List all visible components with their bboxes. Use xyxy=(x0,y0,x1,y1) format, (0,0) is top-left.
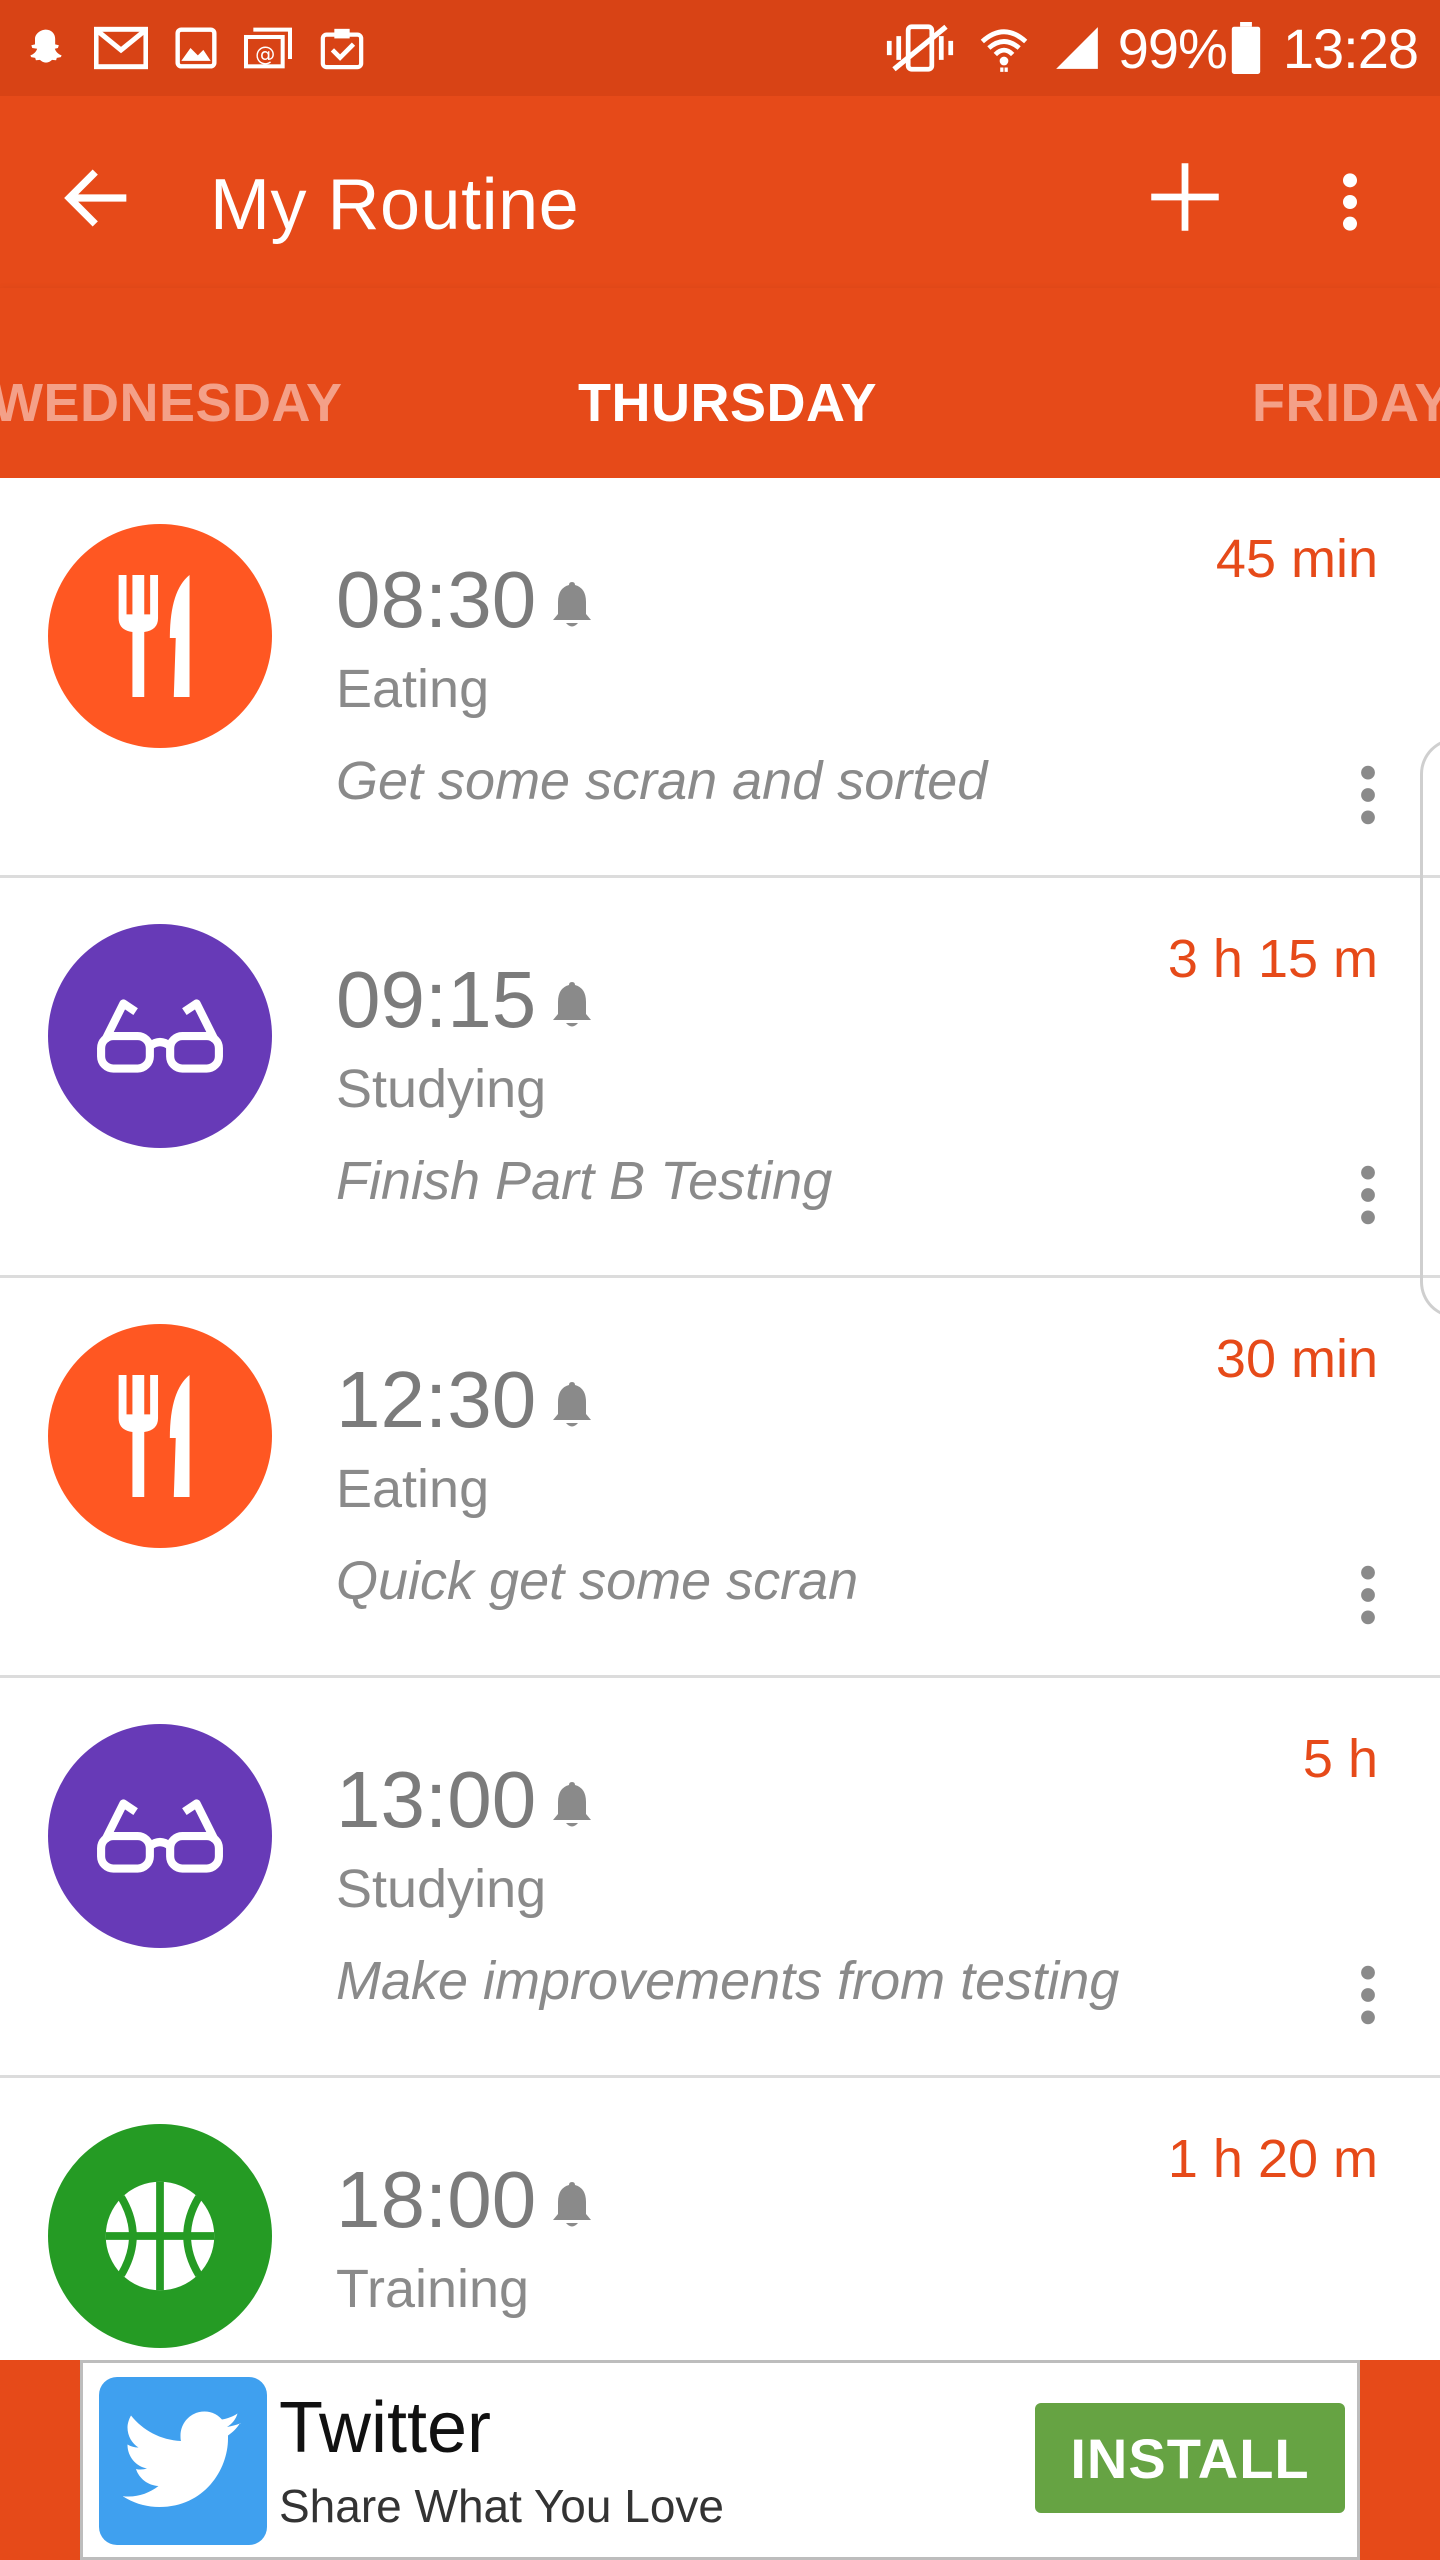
bell-icon xyxy=(553,1382,591,1427)
routine-duration: 1 h 20 m xyxy=(1167,2129,1378,2189)
install-button[interactable]: INSTALL xyxy=(1035,2403,1345,2513)
plus-icon xyxy=(1151,163,1219,231)
more-vertical-icon xyxy=(1343,173,1357,231)
routine-time: 09:15 xyxy=(336,955,537,1044)
battery-percent: 99% xyxy=(1117,16,1228,80)
status-bar: @ 99% 13:28 xyxy=(0,0,1440,96)
wifi-icon xyxy=(980,29,1028,72)
app-bar: My Routine xyxy=(0,96,1440,288)
routine-note: Get some scran and sorted xyxy=(336,751,988,811)
arrow-left-icon xyxy=(64,169,127,227)
routine-duration: 5 h xyxy=(1302,1729,1378,1789)
gallery-icon xyxy=(175,27,217,69)
battery-icon xyxy=(1231,22,1261,74)
routine-duration: 45 min xyxy=(1215,529,1378,589)
svg-text:@: @ xyxy=(255,42,275,66)
ad-banner[interactable]: Twitter Share What You Love INSTALL xyxy=(80,2360,1360,2560)
overflow-menu-button[interactable] xyxy=(1320,172,1380,232)
tab-thursday[interactable]: THURSDAY xyxy=(578,372,877,434)
mute-vibrate-icon xyxy=(886,24,953,72)
item-more-icon[interactable] xyxy=(1354,1164,1382,1226)
category-avatar xyxy=(48,1724,272,1948)
signal-icon xyxy=(1055,27,1098,69)
category-avatar xyxy=(48,2124,272,2348)
routine-note: Quick get some scran xyxy=(336,1551,859,1611)
routine-item[interactable]: 09:15 Studying Finish Part B Testing 3 h… xyxy=(0,878,1440,1278)
routine-item[interactable]: 13:00 Studying Make improvements from te… xyxy=(0,1678,1440,2078)
ad-title: Twitter xyxy=(279,2388,492,2468)
basketball-icon xyxy=(105,2181,215,2291)
glasses-icon xyxy=(97,1799,223,1873)
ad-subtitle: Share What You Love xyxy=(279,2480,724,2532)
routine-note: Make improvements from testing xyxy=(336,1951,1120,2011)
item-more-icon[interactable] xyxy=(1354,1964,1382,2026)
routine-duration: 3 h 15 m xyxy=(1167,929,1378,989)
routine-category: Training xyxy=(336,2259,530,2319)
routine-category: Eating xyxy=(336,659,490,719)
back-button[interactable] xyxy=(56,158,136,238)
routine-item[interactable]: 12:30 Eating Quick get some scran 30 min xyxy=(0,1278,1440,1678)
routine-time: 08:30 xyxy=(336,555,537,644)
glasses-icon xyxy=(97,999,223,1073)
routine-category: Studying xyxy=(336,1859,547,1919)
bell-icon xyxy=(553,2182,591,2227)
cutlery-icon xyxy=(118,1374,190,1498)
routine-item[interactable]: 18:00 Training 1 h 20 m xyxy=(0,2078,1440,2360)
bell-icon xyxy=(553,982,591,1027)
day-tabs: WEDNESDAY THURSDAY FRIDAY xyxy=(0,288,1440,478)
routine-item[interactable]: 08:30 Eating Get some scran and sorted 4… xyxy=(0,478,1440,878)
item-more-icon[interactable] xyxy=(1354,1564,1382,1626)
routine-time: 13:00 xyxy=(336,1755,537,1844)
tab-wednesday[interactable]: WEDNESDAY xyxy=(0,372,343,434)
routine-list: 08:30 Eating Get some scran and sorted 4… xyxy=(0,478,1440,2360)
ad-logo xyxy=(99,2377,267,2545)
bell-icon xyxy=(553,582,591,627)
cutlery-icon xyxy=(118,574,190,698)
page-title: My Routine xyxy=(210,165,580,245)
gmail-icon xyxy=(94,26,148,70)
add-routine-button[interactable] xyxy=(1140,152,1230,242)
clipboard-check-icon xyxy=(320,28,364,70)
tab-friday[interactable]: FRIDAY xyxy=(1252,372,1440,434)
category-avatar xyxy=(48,524,272,748)
routine-time: 12:30 xyxy=(336,1355,537,1444)
snapchat-icon xyxy=(30,29,62,63)
routine-note: Finish Part B Testing xyxy=(336,1151,833,1211)
system-indicators: 99% 13:28 xyxy=(862,16,1419,81)
bell-icon xyxy=(553,1782,591,1827)
routine-category: Eating xyxy=(336,1459,490,1519)
category-avatar xyxy=(48,924,272,1148)
notification-icons: @ xyxy=(24,25,392,71)
category-avatar xyxy=(48,1324,272,1548)
scroll-edge-handle[interactable] xyxy=(1420,738,1440,1318)
clock: 13:28 xyxy=(1282,16,1419,80)
email-icon: @ xyxy=(244,27,292,69)
routine-duration: 30 min xyxy=(1215,1329,1378,1389)
routine-category: Studying xyxy=(336,1059,547,1119)
item-more-icon[interactable] xyxy=(1354,764,1382,826)
twitter-bird-icon xyxy=(123,2411,241,2507)
routine-time: 18:00 xyxy=(336,2155,537,2244)
